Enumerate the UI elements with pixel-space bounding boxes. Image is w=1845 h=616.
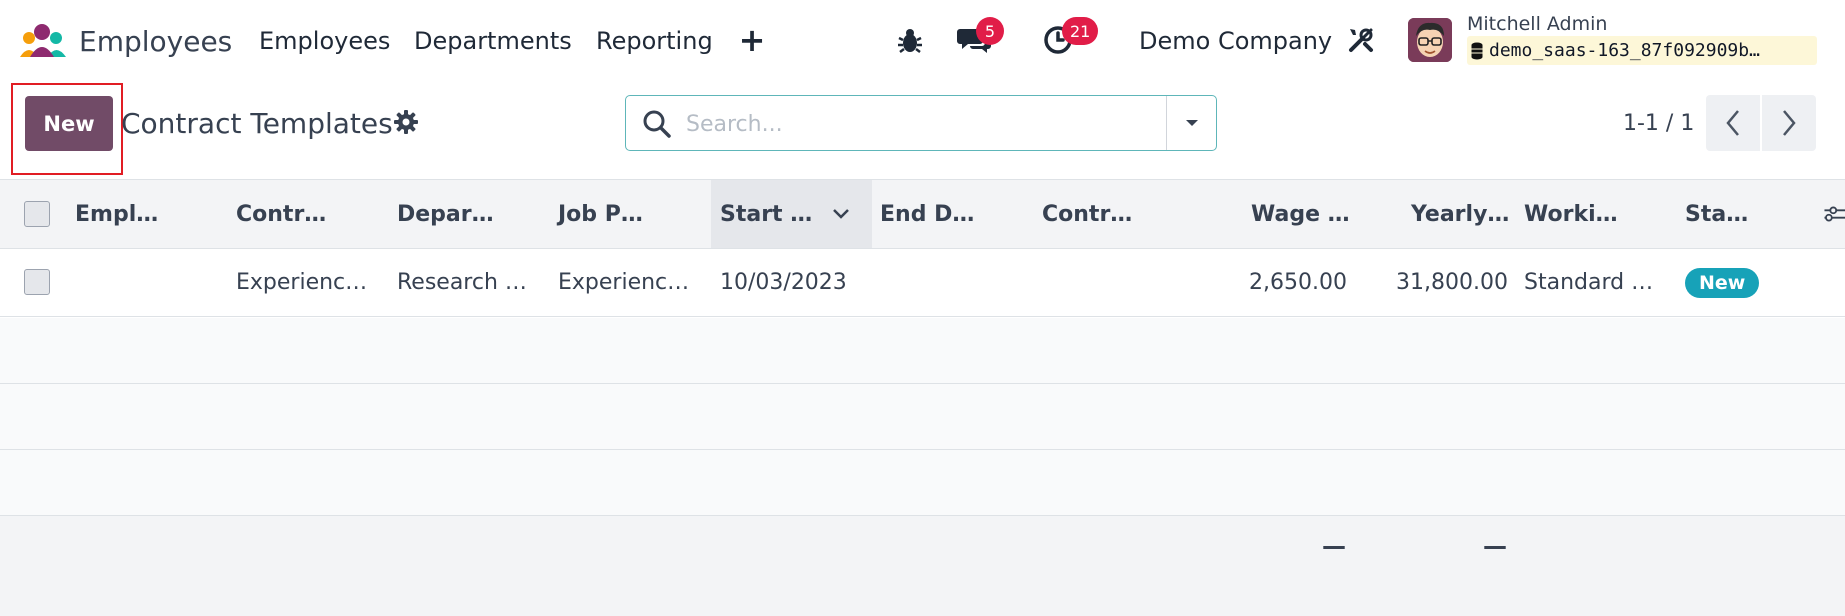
column-working-schedule[interactable]: Worki…: [1524, 180, 1618, 248]
empty-row: [0, 384, 1845, 450]
column-status[interactable]: Sta…: [1685, 180, 1748, 248]
chevron-left-icon: [1726, 110, 1739, 136]
pager-next-button[interactable]: [1762, 95, 1816, 151]
table-row[interactable]: Experienc… Research … Experienc… 10/03/2…: [0, 249, 1845, 317]
cell-job-position: Experienc…: [558, 270, 690, 295]
column-employee[interactable]: Empl…: [75, 180, 158, 248]
messages-count-badge: 5: [976, 17, 1004, 45]
app-name[interactable]: Employees: [79, 22, 232, 60]
company-switcher[interactable]: Demo Company: [1139, 22, 1332, 60]
chevron-down-icon: [833, 209, 850, 219]
gear-icon[interactable]: [394, 110, 418, 134]
pager-previous-button[interactable]: [1706, 95, 1760, 151]
optional-columns-toggle[interactable]: [1823, 180, 1845, 248]
table-footer: [0, 516, 1845, 616]
column-contract-type[interactable]: Contr…: [1042, 180, 1132, 248]
database-chip[interactable]: demo_saas-163_87f092909b…: [1467, 36, 1817, 65]
menu-employees[interactable]: Employees: [259, 22, 390, 60]
database-name: demo_saas-163_87f092909b…: [1489, 40, 1760, 61]
column-department[interactable]: Depar…: [397, 180, 494, 248]
table-header: Empl… Contr… Depar… Job P… Start … End D…: [0, 179, 1845, 249]
cell-contract: Experienc…: [236, 270, 368, 295]
column-contract[interactable]: Contr…: [236, 180, 326, 248]
plus-icon[interactable]: +: [737, 20, 767, 60]
column-start-date[interactable]: Start …: [711, 180, 872, 248]
menu-reporting[interactable]: Reporting: [596, 22, 713, 60]
menu-departments[interactable]: Departments: [414, 22, 572, 60]
wage-sum: —: [1322, 532, 1346, 560]
cell-status: New: [1685, 249, 1760, 316]
avatar[interactable]: [1408, 18, 1452, 62]
activities-count-badge: 21: [1062, 17, 1099, 45]
cell-yearly: 31,800.00: [1396, 270, 1508, 295]
cell-working-schedule: Standard …: [1524, 270, 1654, 295]
column-end-date[interactable]: End D…: [880, 180, 974, 248]
search-box: [625, 95, 1217, 151]
new-button[interactable]: New: [25, 96, 113, 151]
cell-wage: 2,650.00: [1249, 270, 1347, 295]
sliders-icon: [1824, 206, 1845, 222]
user-name[interactable]: Mitchell Admin: [1467, 11, 1607, 37]
search-icon: [642, 109, 672, 139]
select-all-checkbox[interactable]: [24, 201, 50, 227]
empty-row: [0, 318, 1845, 384]
tools-icon[interactable]: [1344, 22, 1378, 58]
column-wage[interactable]: Wage …: [1251, 180, 1350, 248]
column-start-date-label: Start …: [720, 201, 813, 227]
cell-start-date: 10/03/2023: [720, 270, 847, 295]
bug-icon[interactable]: [894, 22, 926, 58]
column-job-position[interactable]: Job P…: [558, 180, 643, 248]
search-input[interactable]: [686, 106, 1186, 142]
status-badge: New: [1685, 267, 1760, 298]
cell-department: Research …: [397, 270, 527, 295]
pager-value[interactable]: 1-1 / 1: [1623, 108, 1694, 138]
database-icon: [1471, 42, 1483, 59]
search-options-toggle[interactable]: [1167, 96, 1217, 150]
page-title: Contract Templates: [121, 106, 393, 140]
row-checkbox[interactable]: [24, 269, 50, 295]
column-yearly[interactable]: Yearly…: [1411, 180, 1509, 248]
app-logo-icon[interactable]: [18, 23, 68, 59]
caret-down-icon: [1186, 120, 1198, 126]
yearly-sum: —: [1483, 532, 1507, 560]
empty-row: [0, 450, 1845, 516]
chevron-right-icon: [1783, 110, 1796, 136]
top-navbar: Employees Employees Departments Reportin…: [0, 0, 1845, 80]
